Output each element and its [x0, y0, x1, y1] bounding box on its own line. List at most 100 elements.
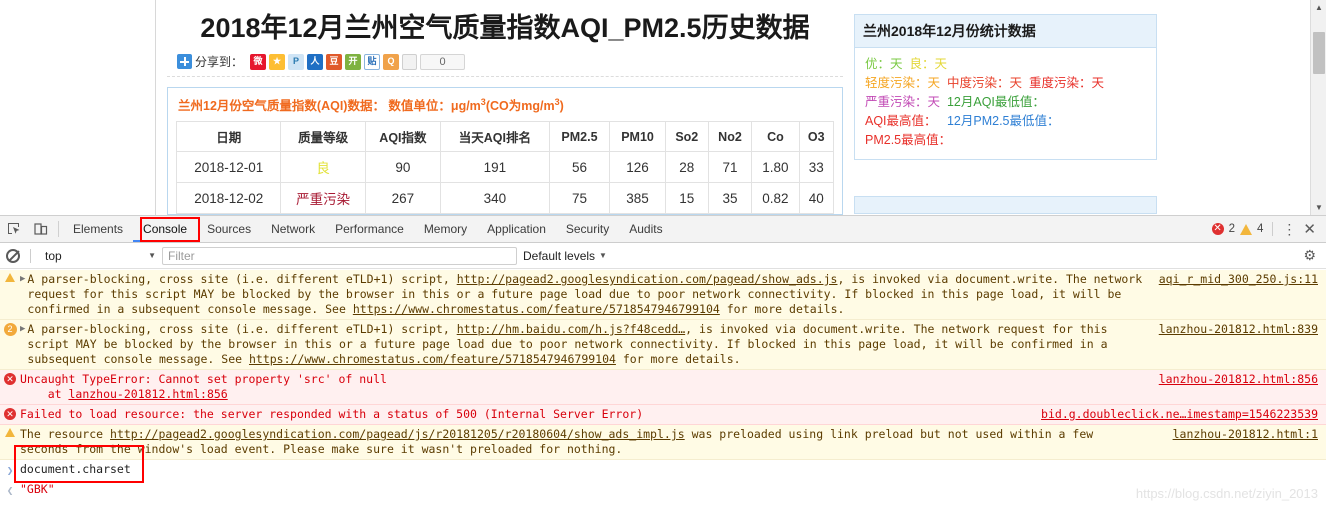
sina-weibo-icon[interactable]: 微: [250, 53, 267, 70]
tieba-icon[interactable]: 贴: [364, 53, 381, 70]
tab-memory[interactable]: Memory: [414, 216, 477, 242]
warning-count-badge: 2: [0, 322, 20, 367]
console-input-echo[interactable]: ❯ document.charset: [0, 460, 1326, 480]
msg-stack-line: at lanzhou-201812.html:856: [20, 387, 228, 401]
page-scrollbar[interactable]: ▲ ▼: [1310, 0, 1326, 215]
col-pm10: PM10: [609, 121, 666, 152]
copy-link-icon[interactable]: [402, 53, 418, 70]
stat-pm25-min: 12月PM2.5最低值：: [946, 114, 1060, 128]
cell-pm25: 56: [548, 151, 611, 183]
msg-link[interactable]: http://pagead2.googlesyndication.com/pag…: [457, 272, 838, 286]
console-message-warning[interactable]: The resource http://pagead2.googlesyndic…: [0, 425, 1326, 460]
log-levels-select[interactable]: Default levels ▼: [523, 249, 607, 263]
console-filter-bar: top ▼ Default levels ▼ ⚙: [0, 243, 1326, 269]
msg-link[interactable]: http://pagead2.googlesyndication.com/pag…: [110, 427, 685, 441]
inspect-element-icon[interactable]: [0, 216, 27, 242]
secondary-card: [854, 196, 1157, 214]
scroll-up-icon[interactable]: ▲: [1311, 0, 1326, 15]
stat-yanzhong: 严重污染：天: [865, 95, 941, 109]
execution-context-select[interactable]: top ▼: [41, 249, 156, 263]
col-so2: So2: [664, 121, 709, 152]
douban-icon[interactable]: 豆: [326, 53, 343, 70]
more-options-icon[interactable]: ⋮: [1282, 222, 1296, 236]
cell-so2: 28: [664, 151, 709, 183]
cell-level: 严重污染: [280, 182, 366, 214]
qzone-icon[interactable]: ★: [269, 53, 286, 70]
console-message-text: A parser-blocking, cross site (i.e. diff…: [27, 272, 1326, 317]
source-link[interactable]: lanzhou-201812.html:839: [1159, 322, 1318, 337]
gear-icon[interactable]: ⚙: [1303, 247, 1320, 264]
error-circle-icon: ✕: [0, 372, 20, 402]
source-link[interactable]: lanzhou-201812.html:856: [1159, 372, 1318, 387]
stats-line: 优：天 良：天: [865, 55, 1146, 74]
source-link[interactable]: lanzhou-201812.html:1: [1173, 427, 1318, 442]
stat-pm25-max: PM2.5最高值：: [865, 133, 952, 147]
msg-link[interactable]: https://www.chromestatus.com/feature/571…: [249, 352, 616, 366]
tab-network[interactable]: Network: [261, 216, 325, 242]
stat-aqi-min: 12月AQI最低值：: [946, 95, 1045, 109]
renren-icon[interactable]: 人: [307, 53, 324, 70]
console-message-list[interactable]: ▶ A parser-blocking, cross site (i.e. di…: [0, 270, 1326, 507]
console-message-text: The resource http://pagead2.googlesyndic…: [20, 427, 1326, 457]
tab-performance[interactable]: Performance: [325, 216, 414, 242]
stat-you: 优：天: [865, 57, 903, 71]
cell-rank: 191: [440, 151, 550, 183]
cell-aqi: 267: [364, 182, 442, 214]
col-rank: 当天AQI排名: [440, 121, 550, 152]
scrollbar-thumb[interactable]: [1313, 32, 1325, 74]
kaixin-icon[interactable]: 开: [345, 53, 362, 70]
stats-line: 轻度污染：天 中度污染：天 重度污染：天: [865, 74, 1146, 93]
stat-qingdu: 轻度污染：天: [865, 76, 941, 90]
stats-line: PM2.5最高值：: [865, 131, 1146, 150]
col-date: 日期: [175, 121, 282, 152]
stats-card-body: 优：天 良：天 轻度污染：天 中度污染：天 重度污染：天 严重污染：天 12月A…: [855, 48, 1156, 159]
console-input-text: document.charset: [20, 462, 131, 476]
tab-console[interactable]: Console: [133, 216, 197, 242]
console-message-error[interactable]: ✕ Uncaught TypeError: Cannot set propert…: [0, 370, 1326, 405]
share-label: 分享到：: [195, 55, 244, 69]
console-output-text: "GBK": [20, 482, 55, 496]
tab-security[interactable]: Security: [556, 216, 619, 242]
cell-date: 2018-12-01: [175, 151, 282, 183]
scroll-down-icon[interactable]: ▼: [1311, 200, 1326, 215]
share-plus-icon[interactable]: [177, 54, 192, 69]
device-toolbar-icon[interactable]: [27, 216, 54, 242]
clear-console-icon[interactable]: [6, 248, 20, 263]
console-message-warning[interactable]: 2 ▶ A parser-blocking, cross site (i.e. …: [0, 320, 1326, 370]
expand-arrow-icon[interactable]: ▶: [20, 322, 27, 367]
msg-link[interactable]: http://hm.baidu.com/h.js?f48cedd…: [457, 322, 685, 336]
msg-seg: for more details.: [615, 352, 741, 366]
tab-elements[interactable]: Elements: [63, 216, 133, 242]
source-link[interactable]: aqi_r_mid_300_250.js:11: [1159, 272, 1318, 287]
tab-audits[interactable]: Audits: [619, 216, 672, 242]
console-message-warning[interactable]: ▶ A parser-blocking, cross site (i.e. di…: [0, 270, 1326, 320]
filter-divider: [30, 248, 31, 263]
close-icon[interactable]: ✕: [1301, 220, 1318, 238]
col-co: Co: [751, 121, 800, 152]
stat-zhongdu-heavy: 重度污染：天: [1028, 76, 1104, 90]
qq-icon[interactable]: Q: [383, 53, 400, 70]
cell-co: 1.80: [751, 151, 800, 183]
filter-input[interactable]: [162, 246, 517, 265]
tab-application[interactable]: Application: [477, 216, 556, 242]
cell-pm10: 385: [609, 182, 666, 214]
msg-seg: A parser-blocking, cross site (i.e. diff…: [27, 272, 457, 286]
msg-link[interactable]: https://www.chromestatus.com/feature/571…: [353, 302, 720, 316]
msg-seg: for more details.: [719, 302, 845, 316]
input-prompt-icon: ❯: [6, 464, 14, 477]
pengyou-icon[interactable]: P: [288, 53, 305, 70]
aqi-data-panel: 兰州12月份空气质量指数(AQI)数据： 数值单位：μg/m3(CO为mg/m3…: [167, 87, 843, 215]
stat-aqi-max: AQI最高值：: [865, 114, 937, 128]
warning-triangle-icon: [1240, 223, 1253, 235]
msg-link[interactable]: lanzhou-201812.html:856: [68, 387, 227, 401]
console-message-error[interactable]: ✕ Failed to load resource: the server re…: [0, 405, 1326, 425]
expand-arrow-icon[interactable]: ▶: [20, 272, 27, 317]
console-prompt-input[interactable]: [20, 502, 1326, 507]
source-link[interactable]: bid.g.doubleclick.ne…imestamp=1546223539: [1041, 407, 1318, 422]
msg-seg: A parser-blocking, cross site (i.e. diff…: [27, 322, 457, 336]
tab-sources[interactable]: Sources: [197, 216, 261, 242]
devtools-status-area: ✕ 2 4 ⋮ ✕: [1211, 216, 1326, 242]
cell-level: 良: [280, 151, 366, 183]
stat-zhongdu: 中度污染：天: [946, 76, 1022, 90]
console-prompt-row[interactable]: ❯: [0, 500, 1326, 507]
